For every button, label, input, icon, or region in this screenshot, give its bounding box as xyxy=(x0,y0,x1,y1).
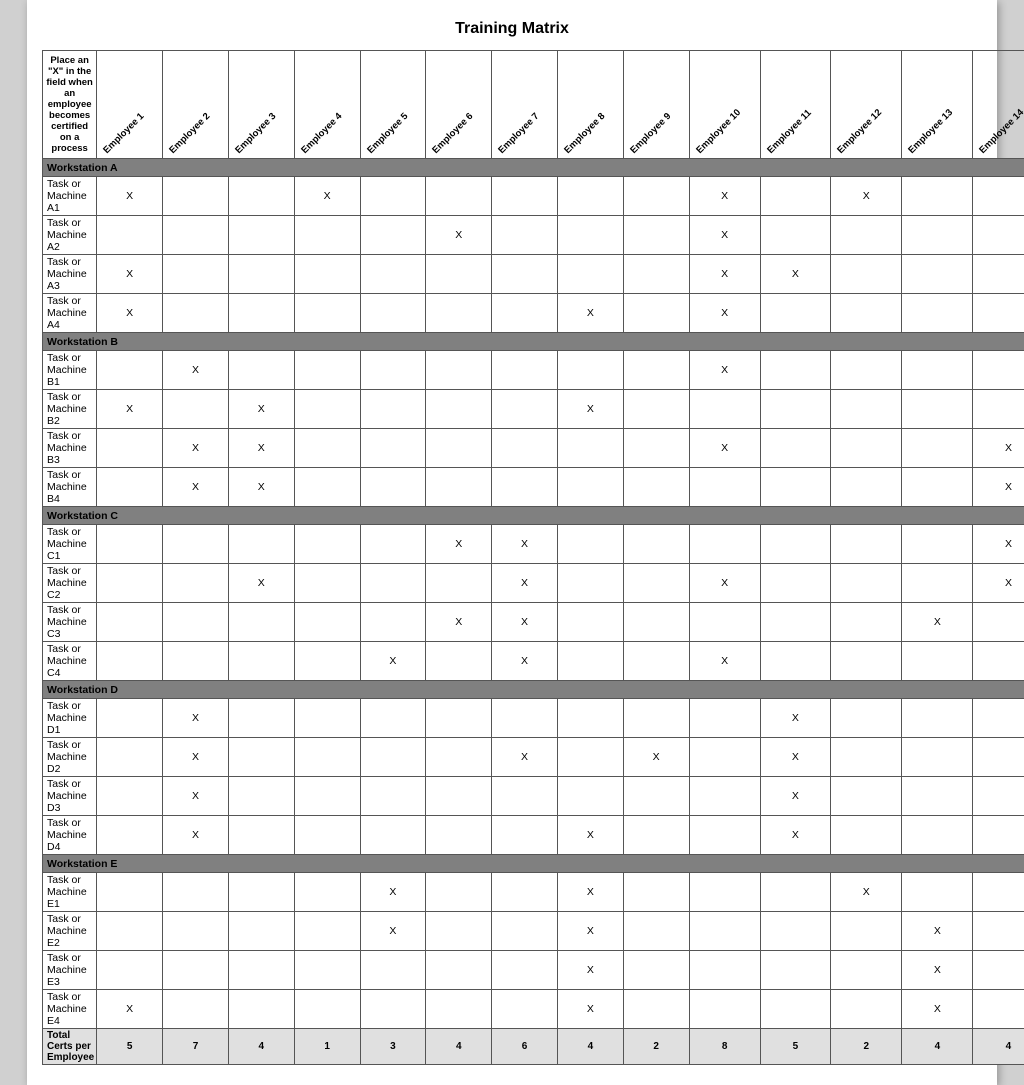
table-row: Task or Machine C3XXX3 xyxy=(43,603,1024,642)
table-row: Task or Machine D4XXX3 xyxy=(43,816,1024,855)
col-header-emp3: Employee 3 xyxy=(228,51,294,159)
workstation-row-1: Workstation B xyxy=(43,333,1024,351)
table-row: Task or Machine B3XXXX4 xyxy=(43,429,1024,468)
table-row: Task or Machine C1XXX3 xyxy=(43,525,1024,564)
table-row: Task or Machine D3XX2 xyxy=(43,777,1024,816)
table-row: Task or Machine D2XXXX4 xyxy=(43,738,1024,777)
table-row: Task or Machine E2XXX3 xyxy=(43,912,1024,951)
table-row: Task or Machine B2XXX3 xyxy=(43,390,1024,429)
header-description: Place an "X" in the field when an employ… xyxy=(43,51,97,159)
table-row: Task or Machine E3XX2 xyxy=(43,951,1024,990)
col-header-emp6: Employee 6 xyxy=(426,51,492,159)
col-header-emp8: Employee 8 xyxy=(557,51,623,159)
workstation-row-3: Workstation D xyxy=(43,681,1024,699)
table-row: Task or Machine B4XXX3 xyxy=(43,468,1024,507)
workstation-row-2: Workstation C xyxy=(43,507,1024,525)
col-header-emp11: Employee 11 xyxy=(760,51,831,159)
col-header-emp12: Employee 12 xyxy=(831,51,902,159)
table-row: Task or Machine D1XX2 xyxy=(43,699,1024,738)
table-row: Task or Machine A4XXX3 xyxy=(43,294,1024,333)
col-header-emp13: Employee 13 xyxy=(902,51,973,159)
col-header-emp5: Employee 5 xyxy=(360,51,426,159)
table-row: Task or Machine E4XXX3 xyxy=(43,990,1024,1029)
table-row: Task or Machine B1XX2 xyxy=(43,351,1024,390)
col-header-emp4: Employee 4 xyxy=(294,51,360,159)
table-row: Task or Machine A1XXXX4 xyxy=(43,177,1024,216)
training-matrix-table: Place an "X" in the field when an employ… xyxy=(42,50,1024,1065)
table-row: Task or Machine E1XXX3 xyxy=(43,873,1024,912)
workstation-row-4: Workstation E xyxy=(43,855,1024,873)
col-header-emp9: Employee 9 xyxy=(623,51,689,159)
table-row: Task or Machine A2XX2 xyxy=(43,216,1024,255)
table-row: Task or Machine C4XXX3 xyxy=(43,642,1024,681)
col-header-emp1: Employee 1 xyxy=(97,51,163,159)
col-header-emp2: Employee 2 xyxy=(163,51,229,159)
totals-row: Total Certs per Employee574134642852440 xyxy=(43,1029,1024,1065)
col-header-emp10: Employee 10 xyxy=(689,51,760,159)
page-title: Training Matrix xyxy=(42,20,982,38)
table-row: Task or Machine C2XXXX4 xyxy=(43,564,1024,603)
table-row: Task or Machine A3XXX3 xyxy=(43,255,1024,294)
col-header-emp14: Employee 14 xyxy=(973,51,1024,159)
page: Training Matrix Place an "X" in the fiel… xyxy=(27,0,997,1085)
col-header-emp7: Employee 7 xyxy=(492,51,558,159)
workstation-row-0: Workstation A xyxy=(43,159,1024,177)
